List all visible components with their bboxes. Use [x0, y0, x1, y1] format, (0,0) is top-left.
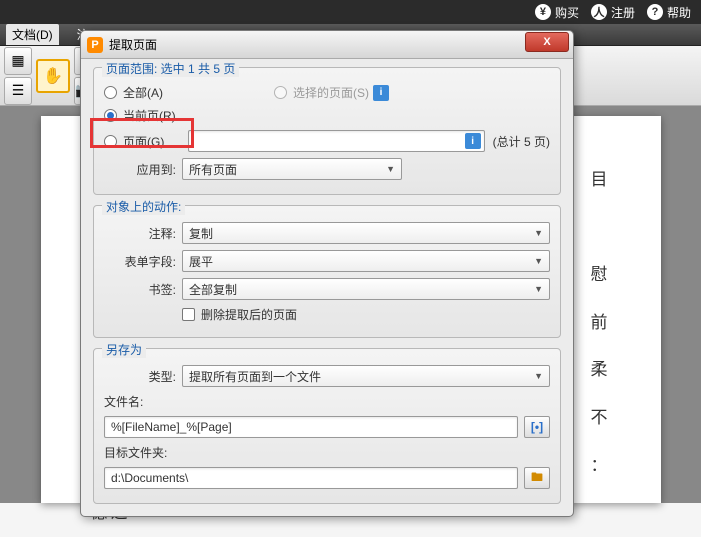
help-link[interactable]: ?帮助 — [647, 4, 691, 21]
menu-document[interactable]: 文档(D) — [6, 24, 59, 45]
actions-title: 对象上的动作: — [102, 198, 185, 215]
save-as-group: 另存为 类型:提取所有页面到一个文件▼ 文件名: %[FileName]_%[P… — [93, 348, 561, 504]
filename-macro-button[interactable]: [•] — [524, 416, 550, 438]
help-icon: ? — [647, 4, 663, 20]
hand-tool-button[interactable]: ✋ — [36, 59, 70, 93]
dialog-title-text: 提取页面 — [109, 36, 157, 53]
user-icon: 人 — [591, 4, 607, 20]
info-icon[interactable]: i — [373, 85, 389, 101]
page-range-group: 页面范围: 选中 1 共 5 页 全部(A) 选择的页面(S)i 当前页(R) … — [93, 67, 561, 195]
browse-folder-button[interactable]: 🖿 — [524, 467, 550, 489]
app-p-icon: P — [87, 37, 103, 53]
form-select[interactable]: 展平▼ — [182, 250, 550, 272]
register-link[interactable]: 人注册 — [591, 4, 635, 21]
chevron-down-icon: ▼ — [534, 256, 543, 266]
dialog-close-button[interactable]: X — [525, 32, 569, 52]
object-actions-group: 对象上的动作: 注释:复制▼ 表单字段:展平▼ 书签:全部复制▼ 删除提取后的页… — [93, 205, 561, 338]
page-range-title: 页面范围: 选中 1 共 5 页 — [102, 60, 239, 77]
pages-input[interactable]: i — [188, 130, 485, 152]
bookmark-select[interactable]: 全部复制▼ — [182, 278, 550, 300]
ribbon-btn-2[interactable]: ☰ — [4, 77, 32, 105]
folder-label: 目标文件夹: — [104, 444, 550, 461]
radio-selected-pages: 选择的页面(S)i — [274, 84, 389, 101]
filename-label: 文件名: — [104, 393, 550, 410]
info-icon[interactable]: i — [465, 133, 481, 149]
extract-pages-dialog: P 提取页面 X 页面范围: 选中 1 共 5 页 全部(A) 选择的页面(S)… — [80, 30, 574, 517]
dialog-titlebar[interactable]: P 提取页面 X — [81, 31, 573, 59]
radio-pages[interactable]: 页面(G) — [104, 133, 188, 150]
chevron-down-icon: ▼ — [534, 371, 543, 381]
delete-after-checkbox[interactable]: 删除提取后的页面 — [182, 306, 297, 323]
annot-select[interactable]: 复制▼ — [182, 222, 550, 244]
chevron-down-icon: ▼ — [386, 164, 395, 174]
apply-to-select[interactable]: 所有页面▼ — [182, 158, 402, 180]
yen-icon: ¥ — [535, 4, 551, 20]
chevron-down-icon: ▼ — [534, 228, 543, 238]
save-type-select[interactable]: 提取所有页面到一个文件▼ — [182, 365, 550, 387]
ribbon-btn-1[interactable]: ▦ — [4, 47, 32, 75]
app-top-bar: ¥购买 人注册 ?帮助 — [0, 0, 701, 24]
save-as-title: 另存为 — [102, 341, 146, 358]
filename-input[interactable]: %[FileName]_%[Page] — [104, 416, 518, 438]
radio-current-page[interactable]: 当前页(R) — [104, 107, 176, 124]
buy-link[interactable]: ¥购买 — [535, 4, 579, 21]
total-pages-hint: (总计 5 页) — [493, 133, 550, 150]
apply-to-label: 应用到: — [104, 161, 182, 178]
folder-input[interactable]: d:\Documents\ — [104, 467, 518, 489]
radio-all-pages[interactable]: 全部(A) — [104, 84, 274, 101]
chevron-down-icon: ▼ — [534, 284, 543, 294]
